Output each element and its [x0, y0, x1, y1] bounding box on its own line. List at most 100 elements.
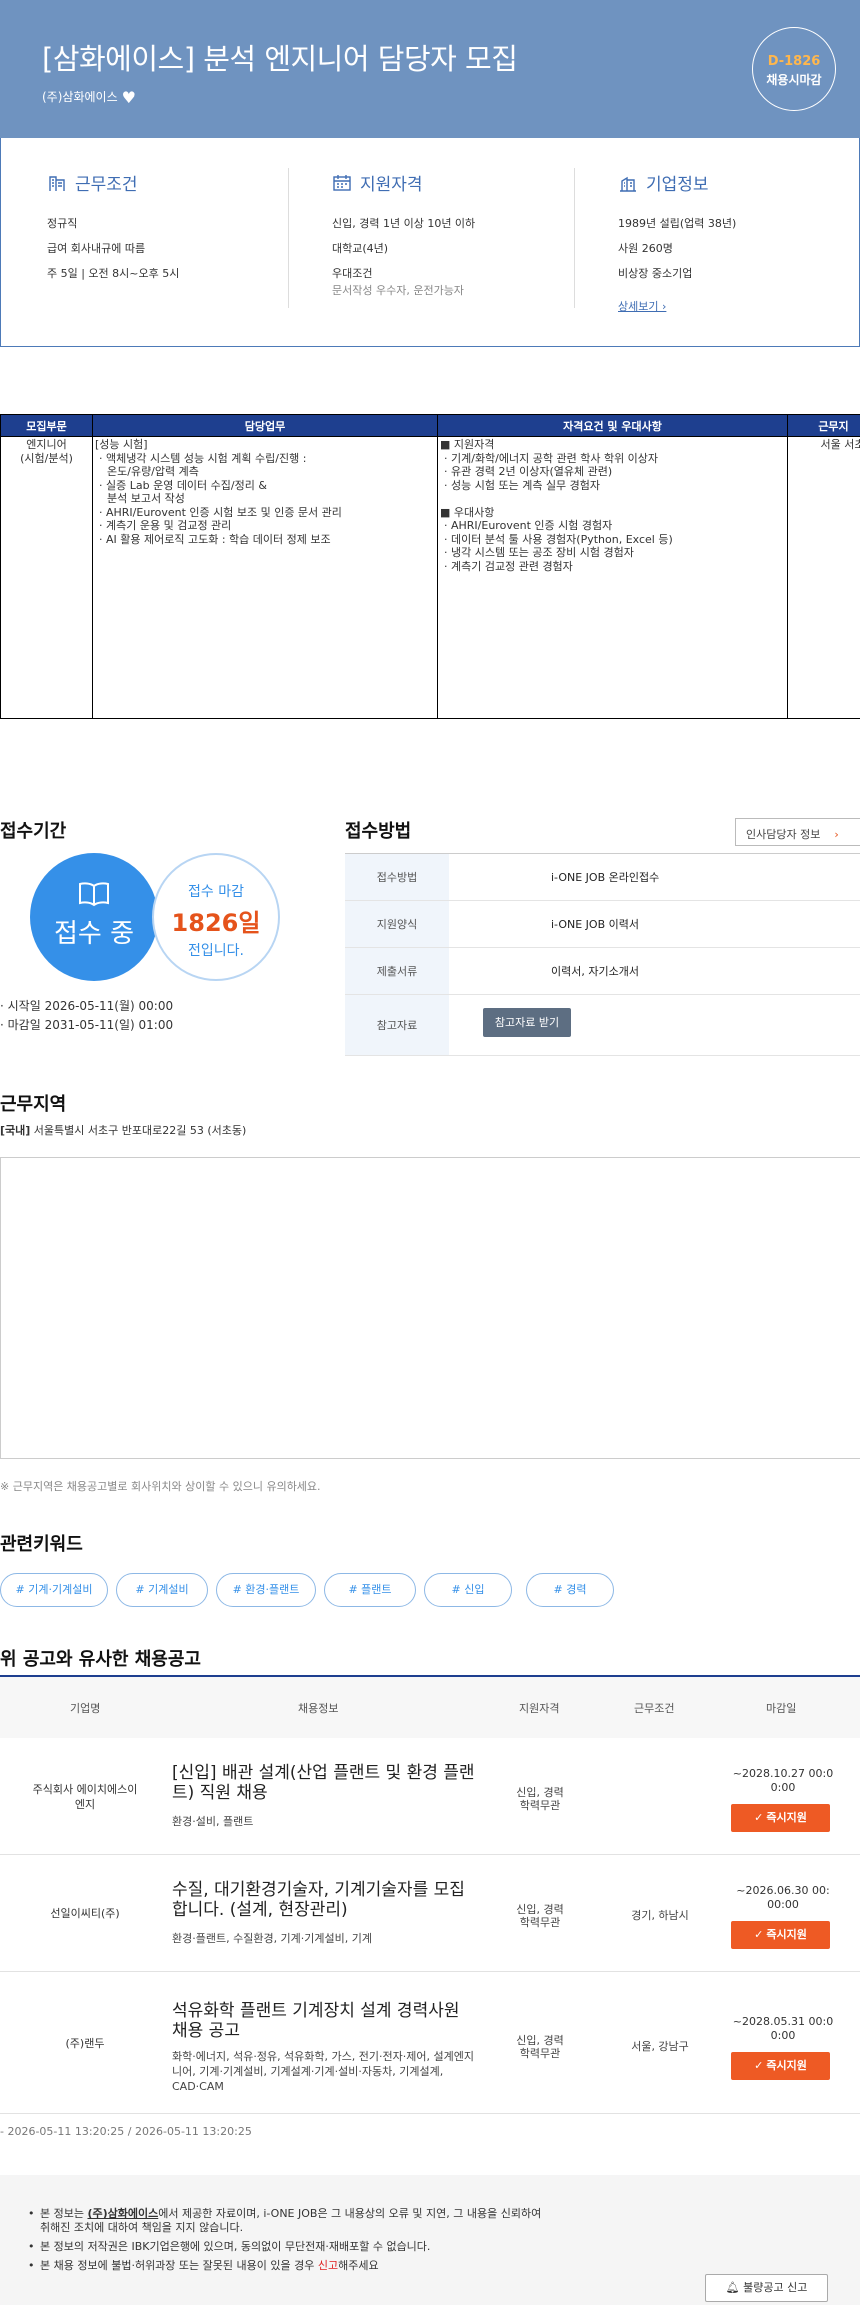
company-detail-link[interactable]: 상세보기 ›: [618, 294, 666, 319]
keywords-title: 관련키워드: [0, 1534, 83, 1555]
calendar-icon: [333, 174, 351, 191]
keyword-chip[interactable]: # 기계·기계설비: [0, 1573, 108, 1607]
summary-panel: 근무조건 정규직 급여 회사내규에 따름 주 5일 | 오전 8시~오후 5시 …: [0, 138, 860, 347]
duty-line: [성능 시험]: [95, 438, 148, 451]
apply-key: 접수방법: [345, 853, 449, 901]
qual-line: · 계측기 검교정 관련 경험자: [444, 559, 573, 573]
dept-cell: 엔지니어 (시험/분석): [0, 436, 93, 719]
period-dates: · 시작일 2026-05-11(월) 00:00 · 마감일 2031-05-…: [0, 997, 173, 1035]
job-header: [삼화에이스] 분석 엔지니어 담당자 모집 (주)삼화에이스 ♥ D-1826 …: [0, 0, 860, 138]
col-duties: 담당업무: [92, 414, 438, 437]
apply-key: 지원양식: [345, 900, 449, 948]
company-name[interactable]: (주)삼화에이스 ♥: [42, 88, 136, 107]
quick-apply-button[interactable]: ✓ 즉시지원: [731, 2052, 830, 2080]
similar-table-header: 기업명 채용정보 지원자격 근무조건 마감일: [0, 1675, 860, 1738]
experience: 신입, 경력 1년 이상 10년 이하: [332, 217, 476, 230]
qualifications-title: 지원자격: [360, 175, 423, 195]
period-title: 접수기간: [0, 821, 67, 842]
deadline-label: 접수 마감: [188, 884, 244, 900]
quick-apply-button[interactable]: ✓ 즉시지원: [731, 1921, 830, 1949]
row-company: 선일이씨티(주): [50, 1907, 120, 1920]
qual-line: · 유관 경력 2년 이상자(열유체 관련): [444, 465, 613, 478]
quick-apply-label: 즉시지원: [766, 2059, 807, 2072]
quick-apply-button[interactable]: ✓ 즉시지원: [731, 1804, 830, 1832]
days-suffix: 전입니다.: [188, 943, 244, 959]
disclaimer-b: 에서 제공한 자료이며, i-ONE JOB은 그 내용상의 오류 및 지연, …: [158, 2207, 542, 2220]
row-company: 주식회사 에이치에스이 엔지: [32, 1782, 138, 1811]
apply-value: i-ONE JOB 온라인접수: [449, 853, 860, 901]
building-icon: [49, 175, 65, 191]
row-title[interactable]: 석유화학 플랜트 기계장치 설계 경력사원 채용 공고: [172, 2001, 477, 2041]
employees: 사원 260명: [618, 242, 673, 255]
keyword-chip[interactable]: # 경력: [526, 1573, 614, 1607]
company-info-heading: 기업정보: [618, 170, 736, 195]
keyword-chip[interactable]: # 신입: [424, 1573, 512, 1607]
qual-line: · 냉각 시스템 또는 공조 장비 시험 경험자: [444, 546, 634, 559]
download-reference-button[interactable]: 참고자료 받기: [483, 1008, 571, 1037]
duties-cell: [성능 시험] · 액체냉각 시스템 성능 시험 계획 수립/진행 : 온도/유…: [92, 436, 438, 719]
company-type: 비상장 중소기업: [618, 267, 693, 280]
row-qual: 신입, 경력 학력무관: [516, 2034, 564, 2060]
duty-line: 온도/유량/압력 계측: [107, 465, 199, 478]
col-dept: 모집부문: [0, 414, 93, 437]
end-date: · 마감일 2031-05-11(일) 01:00: [0, 1018, 174, 1032]
divider: [574, 168, 575, 308]
divider: [288, 168, 289, 308]
keyword-chip[interactable]: # 기계설비: [116, 1573, 208, 1607]
row-deadline: ~2026.06.30 00: 00:00: [736, 1884, 830, 1911]
report-a: 본 채용 정보에 불법·허위과장 또는 잘못된 내용이 있을 경우: [40, 2259, 318, 2272]
detail-link-label: 상세보기: [618, 300, 659, 313]
address-text: 서울특별시 서초구 반포대로22길 53 (서초동): [33, 1124, 247, 1137]
apply-value: 이력서, 자기소개서: [449, 947, 860, 995]
check-icon: ✓: [754, 1811, 764, 1824]
qual-line: · 기계/화학/에너지 공학 관련 학사 학위 이상자: [444, 451, 659, 465]
col-location: 근무지: [787, 414, 860, 437]
status-text: 접수 중: [53, 919, 135, 949]
duty-line: 분석 보고서 작성: [107, 492, 185, 505]
col-qual: 지원자격: [519, 1702, 560, 1715]
education: 대학교(4년): [332, 242, 389, 255]
similar-title: 위 공고와 유사한 채용공고: [0, 1649, 201, 1670]
work-conditions-title: 근무조건: [75, 175, 138, 195]
address: [국내] 서울특별시 서초구 반포대로22길 53 (서초동): [0, 1122, 246, 1138]
hr-info-button[interactable]: 인사담당자 정보 ›: [735, 818, 860, 846]
report-notice: 본 채용 정보에 불법·허위과장 또는 잘못된 내용이 있을 경우 신고해주세요: [28, 2259, 541, 2273]
check-icon: ✓: [754, 2059, 764, 2072]
col-company: 기업명: [70, 1702, 101, 1715]
page-title: [삼화에이스] 분석 엔지니어 담당자 모집: [42, 42, 518, 76]
col-quals: 자격요건 및 우대사항: [437, 414, 788, 437]
status-circle: 접수 중: [30, 853, 158, 981]
bell-icon: 🔔︎: [725, 2281, 740, 2294]
col-info: 채용정보: [298, 1702, 339, 1715]
copyright: 본 정보의 저작권은 IBK기업은행에 있으며, 동의없이 무단전재·재배포할 …: [28, 2240, 541, 2254]
row-title[interactable]: 수질, 대기환경기술자, 기계기술자를 모집합니다. (설계, 현장관리): [172, 1880, 477, 1920]
qual-line: ■ 지원자격: [440, 438, 495, 451]
similar-row[interactable]: (주)랜두 석유화학 플랜트 기계장치 설계 경력사원 채용 공고 화학·에너지…: [0, 1972, 860, 2114]
location-cell: 서울 서초: [787, 436, 860, 719]
row-deadline: ~2028.05.31 00:0 0:00: [732, 2015, 834, 2042]
report-label: 불량공고 신고: [743, 2281, 808, 2294]
quals-cell: ■ 지원자격 · 기계/화학/에너지 공학 관련 학사 학위 이상자 · 유관 …: [437, 436, 788, 719]
work-salary: 급여 회사내규에 따름: [47, 242, 146, 255]
start-date: · 시작일 2026-05-11(월) 00:00: [0, 999, 174, 1013]
row-qual: 신입, 경력 학력무관: [516, 1903, 564, 1929]
qual-line: ■ 우대사항: [440, 505, 495, 519]
dday-status: 채용시마감: [766, 73, 822, 87]
report-b: 해주세요: [338, 2259, 379, 2272]
similar-row[interactable]: 선일이씨티(주) 수질, 대기환경기술자, 기계기술자를 모집합니다. (설계,…: [0, 1855, 860, 1972]
report-link[interactable]: 신고: [318, 2259, 338, 2272]
report-button[interactable]: 🔔︎ 불량공고 신고: [705, 2274, 828, 2302]
heart-icon[interactable]: ♥: [122, 88, 136, 107]
keyword-chip[interactable]: # 플랜트: [324, 1573, 416, 1607]
duty-line: · AHRI/Eurovent 인증 시험 보조 및 인증 문서 관리: [99, 505, 342, 519]
deadline-circle: 접수 마감 1826일 전입니다.: [152, 853, 280, 981]
apply-key: 참고자료: [345, 994, 449, 1056]
keyword-chip[interactable]: # 환경·플랜트: [216, 1573, 316, 1607]
map-area[interactable]: [0, 1157, 860, 1459]
job-detail-table: 모집부문 담당업무 자격요건 및 우대사항 근무지 엔지니어 (시험/분석) […: [0, 414, 860, 719]
apply-table: 접수방법 i-ONE JOB 온라인접수 지원양식 i-ONE JOB 이력서 제출…: [345, 853, 860, 1056]
work-type: 정규직: [47, 217, 78, 230]
disclaimer-company[interactable]: (주)삼화에이스: [87, 2207, 158, 2220]
similar-row[interactable]: 주식회사 에이치에스이 엔지 [신입] 배관 설계(산업 플랜트 및 환경 플랜…: [0, 1738, 860, 1855]
row-title[interactable]: [신입] 배관 설계(산업 플랜트 및 환경 플랜트) 직원 채용: [172, 1763, 477, 1803]
